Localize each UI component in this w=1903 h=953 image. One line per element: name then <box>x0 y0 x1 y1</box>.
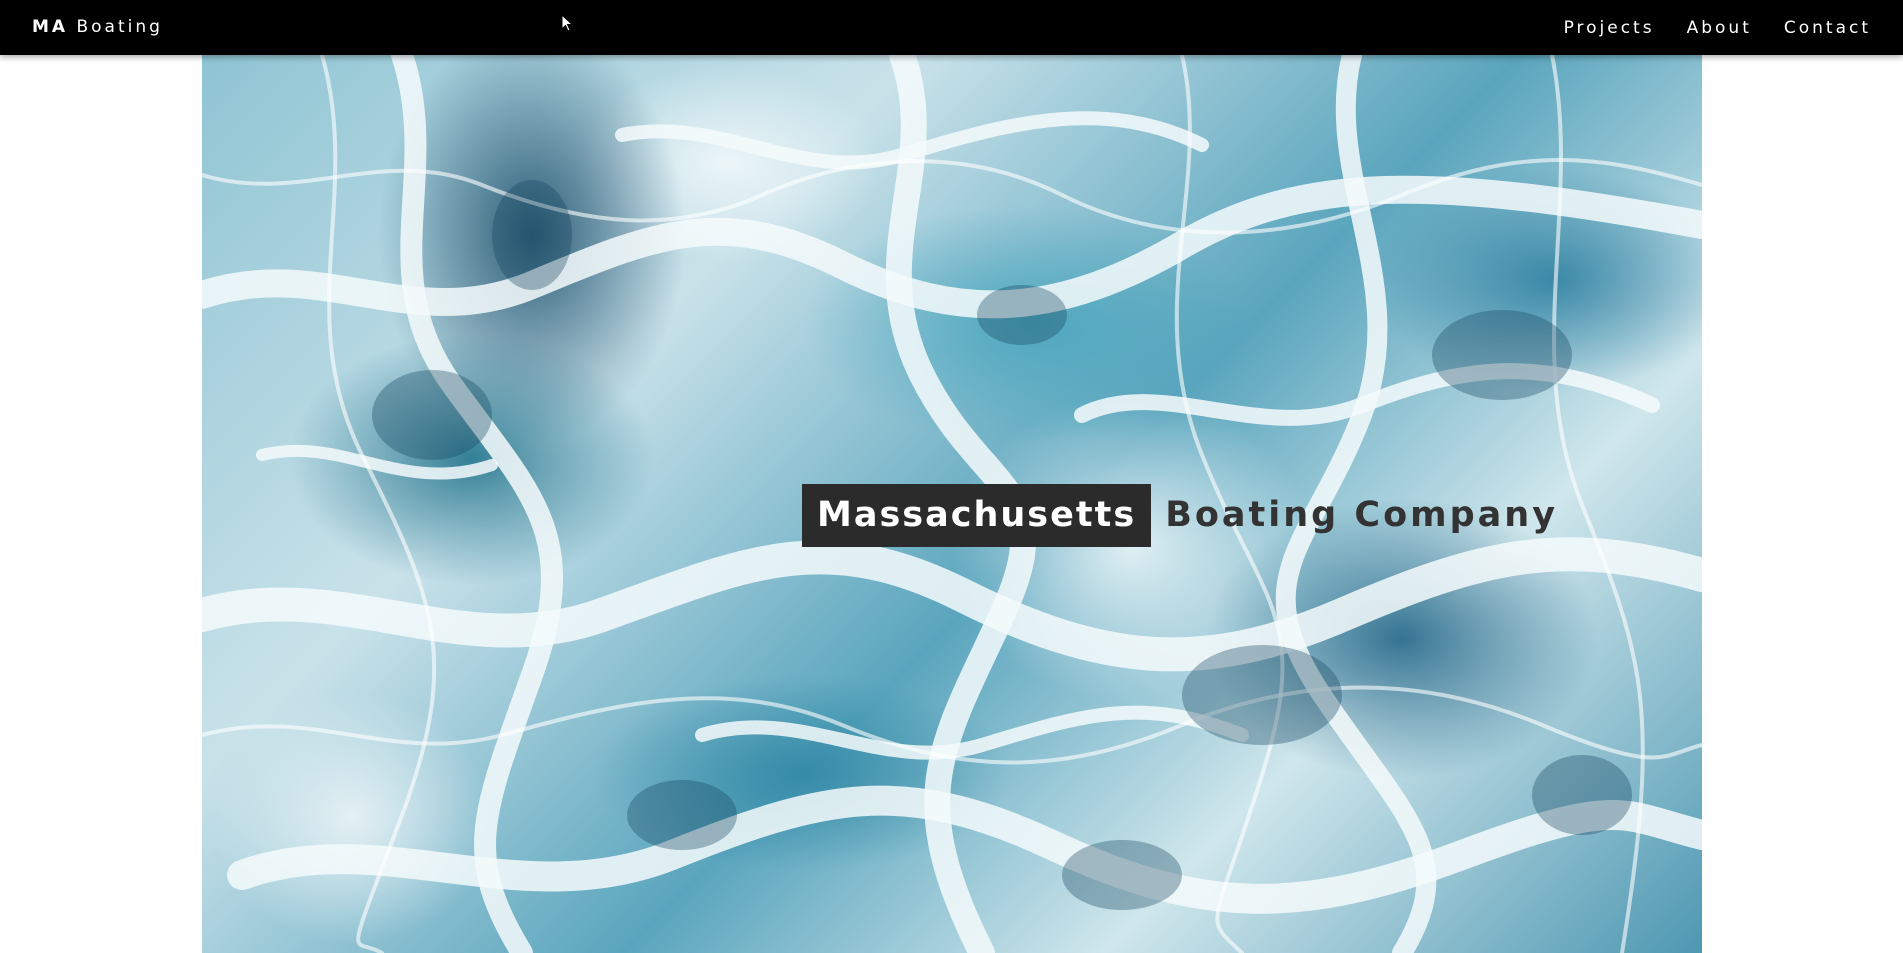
top-navbar: MA Boating Projects About Contact <box>0 0 1903 55</box>
hero-title-boxed: Massachusetts <box>802 484 1152 547</box>
brand-rest: Boating <box>76 17 163 37</box>
hero-title-rest: Boating Company <box>1165 495 1559 535</box>
mouse-pointer-icon <box>561 14 573 32</box>
hero-banner: Massachusetts Boating Company <box>202 55 1702 953</box>
brand-bold: MA <box>32 17 69 37</box>
nav-link-contact[interactable]: Contact <box>1784 18 1871 38</box>
brand-logo-link[interactable]: MA Boating <box>32 0 163 55</box>
main-nav: Projects About Contact <box>1564 0 1871 55</box>
nav-link-about[interactable]: About <box>1687 18 1752 38</box>
nav-link-projects[interactable]: Projects <box>1564 18 1655 38</box>
hero-title: Massachusetts Boating Company <box>802 484 1558 547</box>
